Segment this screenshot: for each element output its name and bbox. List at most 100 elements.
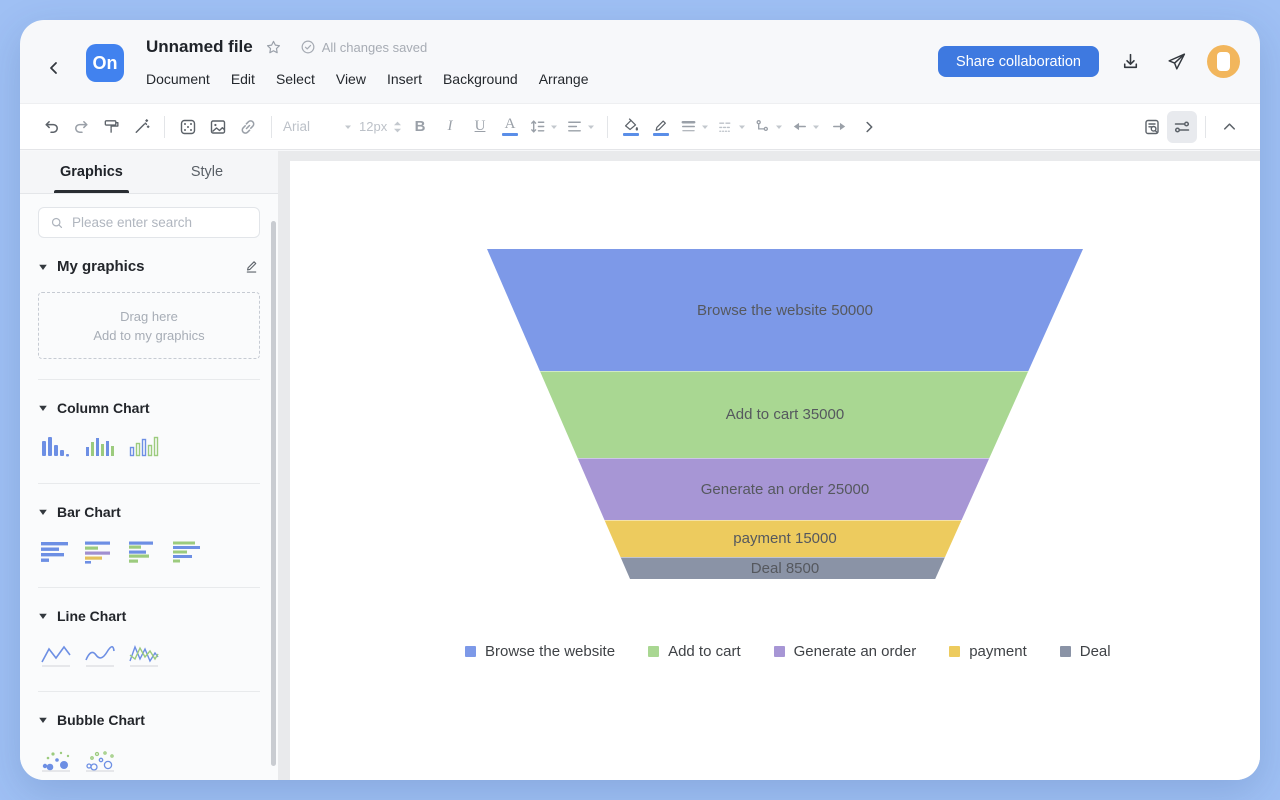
insert-link-button[interactable] [233, 111, 263, 143]
document-title[interactable]: Unnamed file [146, 37, 253, 57]
stepper-arrows-icon [393, 120, 402, 134]
funnel-segment-0[interactable]: Browse the website 50000 [487, 249, 1083, 371]
drop-zone-line2: Add to my graphics [93, 328, 204, 343]
bar-chart-2-thumbnail[interactable] [82, 537, 118, 567]
line-spacing-button[interactable] [525, 111, 562, 143]
font-family-select[interactable]: Arial [280, 111, 356, 143]
tab-graphics[interactable]: Graphics [54, 151, 129, 193]
graphics-search [38, 207, 260, 238]
sidebar-divider [38, 483, 260, 484]
bold-button[interactable]: B [405, 111, 435, 143]
legend-item-4[interactable]: Deal [1060, 643, 1111, 660]
menu-background[interactable]: Background [443, 71, 518, 87]
font-size-stepper[interactable]: 12px [356, 111, 405, 143]
pencil-icon [653, 117, 670, 132]
bubble-chart-1-thumbnail[interactable] [38, 745, 74, 775]
format-painter-button[interactable] [96, 111, 126, 143]
line-width-button[interactable] [676, 111, 713, 143]
app-logo[interactable]: On [86, 44, 124, 82]
legend-item-1[interactable]: Add to cart [648, 643, 741, 660]
toolbar-divider [607, 116, 608, 138]
redo-button[interactable] [66, 111, 96, 143]
font-color-button[interactable]: A [495, 111, 525, 143]
search-icon [49, 215, 65, 231]
funnel-segment-2[interactable]: Generate an order 25000 [487, 458, 1083, 520]
my-graphics-header[interactable]: My graphics [38, 258, 260, 275]
funnel-chart[interactable]: Browse the website 50000 Add to cart 3500… [465, 249, 1145, 660]
menu-arrange[interactable]: Arrange [539, 71, 589, 87]
collapse-toolbar-button[interactable] [1214, 111, 1244, 143]
column-chart-3-thumbnail[interactable] [126, 433, 162, 463]
italic-button[interactable]: I [435, 111, 465, 143]
arrow-end-button[interactable] [824, 111, 854, 143]
download-button[interactable] [1115, 47, 1145, 77]
bubble-chart-2-thumbnail[interactable] [82, 745, 118, 775]
section-label: Bar Chart [57, 504, 121, 520]
bar-chart-4-thumbnail[interactable] [170, 537, 206, 567]
settings-panel-button[interactable] [1167, 111, 1197, 143]
drag-drop-zone[interactable]: Drag here Add to my graphics [38, 292, 260, 359]
tab-style[interactable]: Style [185, 151, 229, 193]
toolbar-more-button[interactable] [854, 111, 884, 143]
underline-button[interactable]: U [465, 111, 495, 143]
arrow-start-button[interactable] [787, 111, 824, 143]
align-button[interactable] [562, 111, 599, 143]
back-button[interactable] [44, 54, 72, 82]
send-button[interactable] [1161, 47, 1191, 77]
column-chart-2-thumbnail[interactable] [82, 433, 118, 463]
line-spacing-icon [528, 117, 547, 136]
menubar: Document Edit Select View Insert Backgro… [146, 71, 589, 87]
chevron-down-icon [343, 122, 353, 132]
document-search-icon [1142, 117, 1162, 137]
legend-item-3[interactable]: payment [949, 643, 1027, 660]
funnel-shape[interactable]: Browse the website 50000 Add to cart 3500… [487, 249, 1083, 579]
align-lines-icon [565, 117, 584, 136]
column-chart-1-thumbnail[interactable] [38, 433, 74, 463]
sidebar-scrollbar[interactable] [271, 221, 276, 766]
legend-label: Deal [1080, 643, 1111, 660]
bold-label: B [415, 118, 426, 135]
fill-color-button[interactable] [616, 111, 646, 143]
funnel-segment-3[interactable]: payment 15000 [487, 520, 1083, 558]
line-chart-1-thumbnail[interactable] [38, 641, 74, 671]
legend-item-2[interactable]: Generate an order [774, 643, 917, 660]
funnel-segment-4[interactable]: Deal 8500 [487, 557, 1083, 579]
funnel-segment-1[interactable]: Add to cart 35000 [487, 371, 1083, 457]
line-chart-2-thumbnail[interactable] [82, 641, 118, 671]
save-status: All changes saved [300, 39, 428, 55]
menu-document[interactable]: Document [146, 71, 210, 87]
menu-select[interactable]: Select [276, 71, 315, 87]
arrow-left-icon [790, 117, 809, 136]
section-bar-chart[interactable]: Bar Chart [38, 504, 260, 520]
user-avatar[interactable] [1207, 45, 1240, 78]
edit-pencil-icon[interactable] [243, 258, 260, 275]
menu-edit[interactable]: Edit [231, 71, 255, 87]
save-status-text: All changes saved [322, 40, 428, 55]
menu-insert[interactable]: Insert [387, 71, 422, 87]
search-input[interactable] [72, 215, 249, 230]
legend-item-0[interactable]: Browse the website [465, 643, 615, 660]
bar-chart-3-thumbnail[interactable] [126, 537, 162, 567]
insert-table-button[interactable] [173, 111, 203, 143]
chart-legend: Browse the website Add to cart Generate an… [465, 643, 1145, 660]
section-column-chart[interactable]: Column Chart [38, 400, 260, 416]
collapse-triangle-icon [38, 611, 48, 621]
funnel-segment-label: Add to cart 35000 [726, 406, 844, 423]
document-page[interactable]: Browse the website 50000 Add to cart 3500… [290, 161, 1260, 780]
favorite-star-icon[interactable] [265, 39, 282, 56]
undo-button[interactable] [36, 111, 66, 143]
font-color-swatch [502, 133, 518, 136]
connector-button[interactable] [750, 111, 787, 143]
find-replace-button[interactable] [1137, 111, 1167, 143]
share-collaboration-button[interactable]: Share collaboration [938, 46, 1099, 77]
line-chart-3-thumbnail[interactable] [126, 641, 162, 671]
line-style-button[interactable] [713, 111, 750, 143]
menu-view[interactable]: View [336, 71, 366, 87]
bar-chart-1-thumbnail[interactable] [38, 537, 74, 567]
insert-image-button[interactable] [203, 111, 233, 143]
section-label: Column Chart [57, 400, 150, 416]
stroke-color-button[interactable] [646, 111, 676, 143]
magic-wand-button[interactable] [126, 111, 156, 143]
section-bubble-chart[interactable]: Bubble Chart [38, 712, 260, 728]
section-line-chart[interactable]: Line Chart [38, 608, 260, 624]
